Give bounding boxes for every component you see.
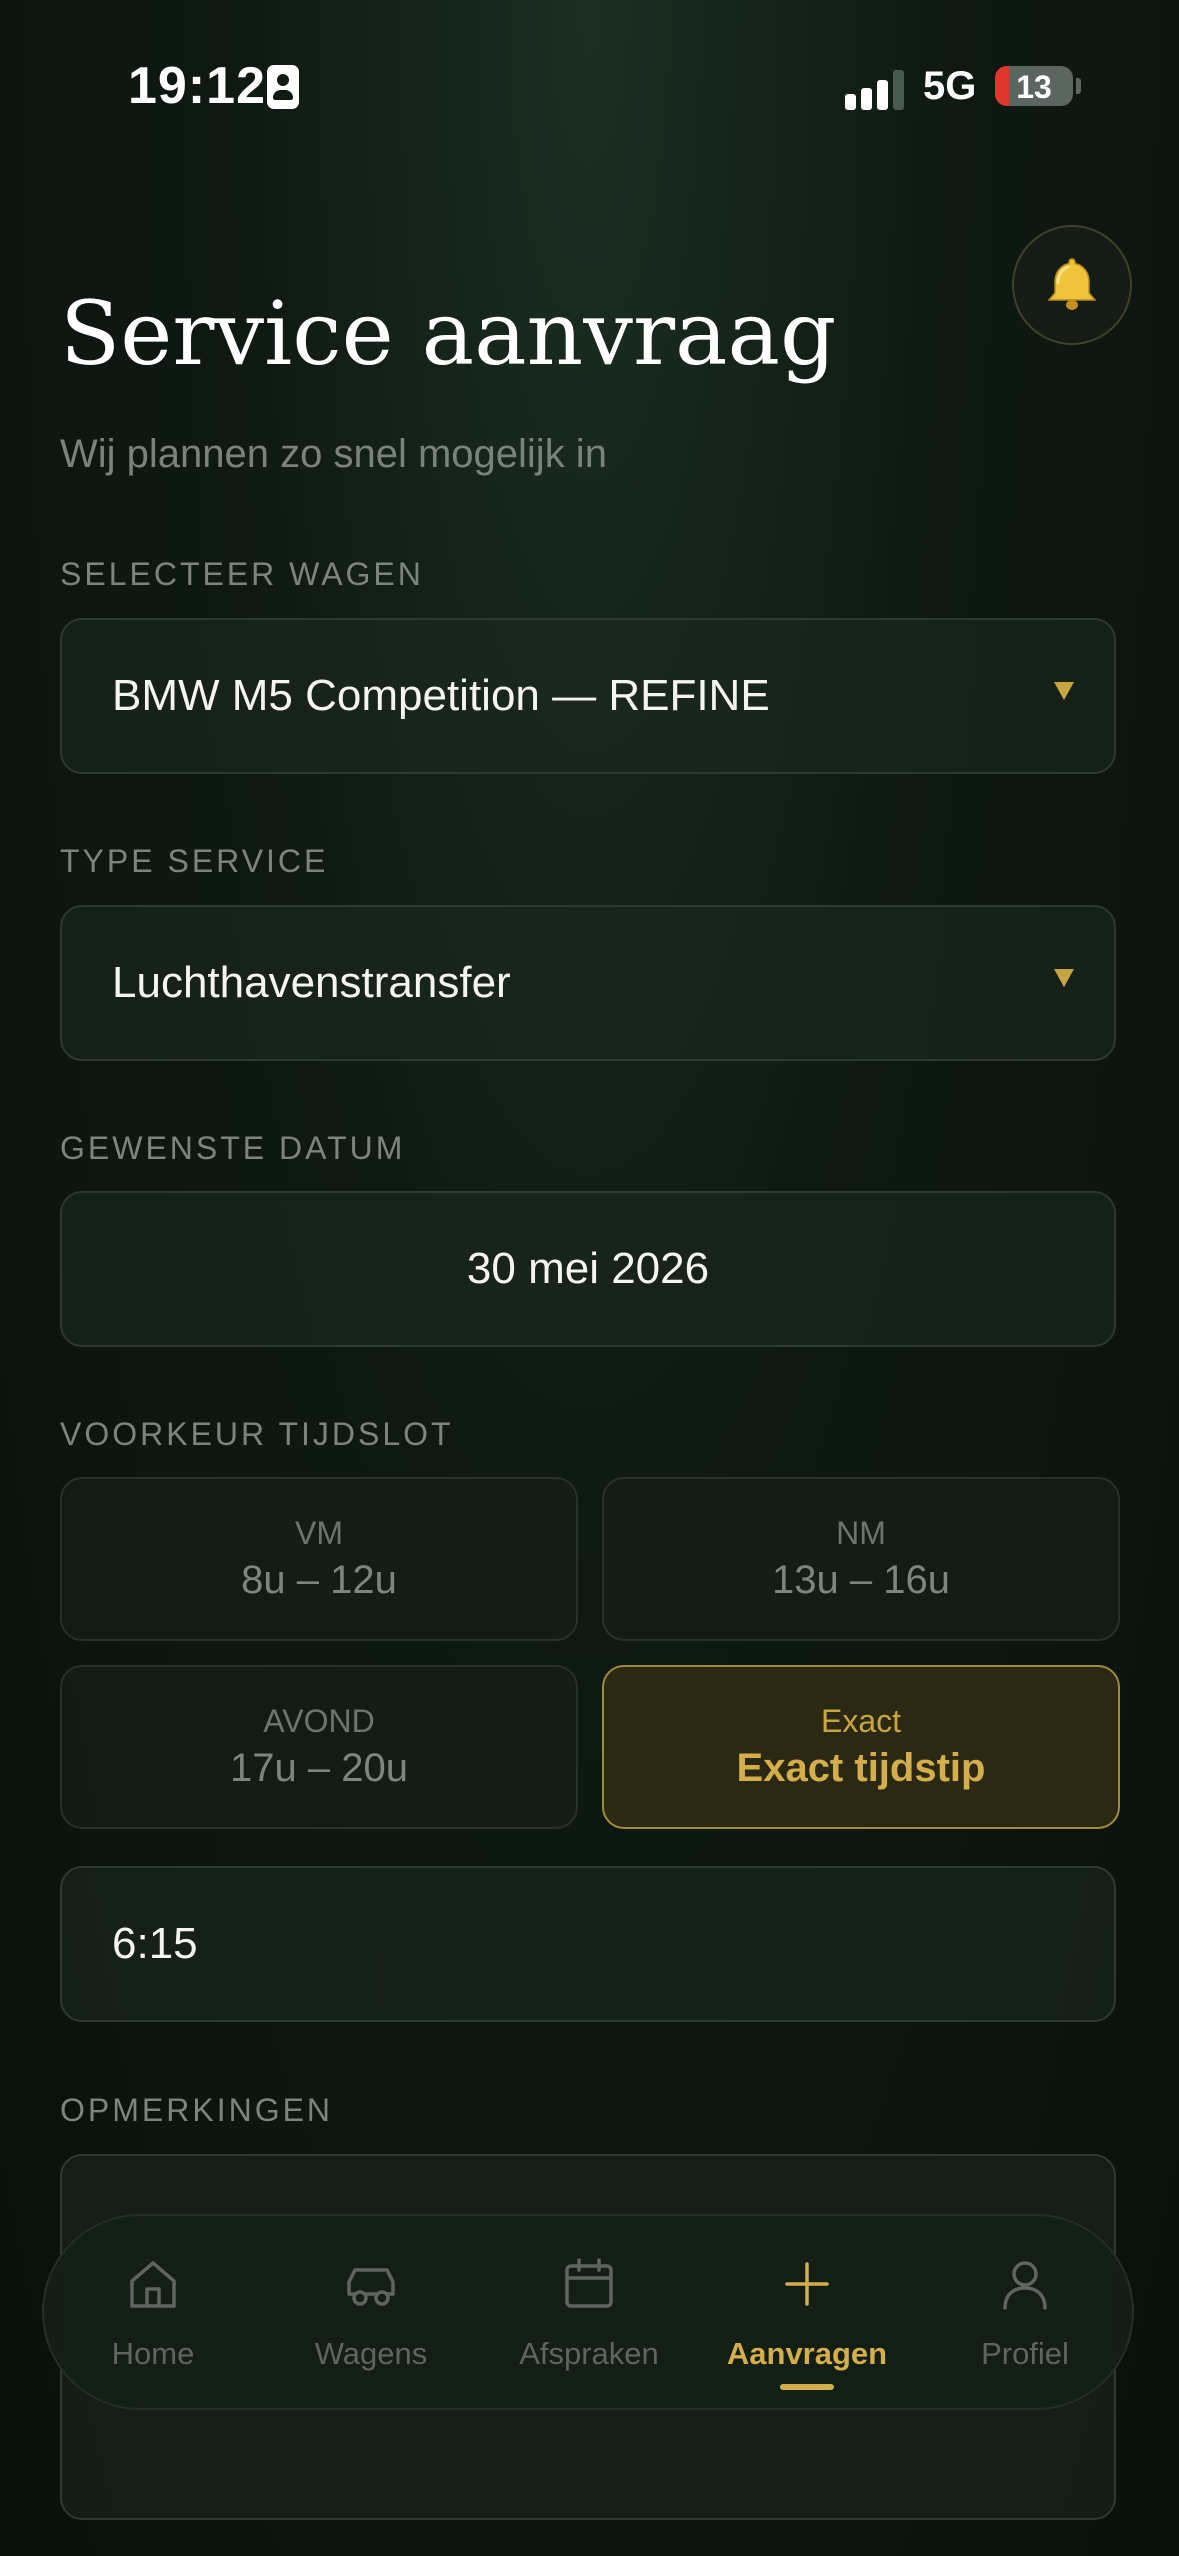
- timeslot-afternoon[interactable]: NM 13u – 16u: [602, 1477, 1120, 1641]
- exact-time-value: 6:15: [112, 1919, 198, 1968]
- notifications-button[interactable]: [1012, 225, 1132, 345]
- network-type: 5G: [923, 64, 977, 108]
- timeslot-key: NM: [836, 1515, 886, 1551]
- bell-icon: [1047, 258, 1097, 310]
- calendar-icon: [565, 2258, 613, 2308]
- battery-cap: [1076, 78, 1081, 94]
- page-title: Service aanvraag: [60, 282, 837, 385]
- timeslot-morning[interactable]: VM 8u – 12u: [60, 1477, 578, 1641]
- timeslot-key: AVOND: [263, 1703, 375, 1739]
- status-time: 19:12: [128, 57, 266, 115]
- nav-item-label: Profiel: [981, 2336, 1069, 2371]
- plus-icon: [785, 2262, 829, 2306]
- nav-item-home[interactable]: Home: [44, 2216, 262, 2412]
- battery-level: 13: [1016, 69, 1052, 105]
- page-subtitle: Wij plannen zo snel mogelijk in: [60, 432, 607, 476]
- date-value: 30 mei 2026: [466, 1244, 710, 1293]
- nav-item-label: Afspraken: [519, 2336, 659, 2371]
- cellular-signal-icon: [845, 66, 905, 110]
- service-type-label: TYPE SERVICE: [60, 843, 329, 879]
- nav-item-label: Aanvragen: [726, 2336, 888, 2371]
- caret-down-icon: [1054, 969, 1074, 987]
- home-icon: [130, 2261, 176, 2308]
- date-picker[interactable]: 30 mei 2026: [60, 1191, 1116, 1347]
- bottom-navigation: Home Wagens Afspraken Aanvragen Profiel: [42, 2214, 1134, 2410]
- nav-item-label: Wagens: [314, 2336, 428, 2371]
- timeslot-label: VOORKEUR TIJDSLOT: [60, 1416, 454, 1452]
- car-icon: [347, 2268, 395, 2306]
- remarks-label: OPMERKINGEN: [60, 2092, 334, 2128]
- vehicle-select[interactable]: BMW M5 Competition — REFINE: [60, 618, 1116, 774]
- active-tab-indicator: [780, 2384, 834, 2390]
- contact-card-icon: [267, 65, 299, 109]
- vehicle-label: SELECTEER WAGEN: [60, 556, 424, 592]
- exact-time-input[interactable]: 6:15: [60, 1866, 1116, 2022]
- nav-item-aanvragen[interactable]: Aanvragen: [698, 2216, 916, 2412]
- service-type-value: Luchthavenstransfer: [112, 958, 511, 1007]
- nav-item-afspraken[interactable]: Afspraken: [480, 2216, 698, 2412]
- vehicle-select-value: BMW M5 Competition — REFINE: [112, 671, 770, 720]
- timeslot-range: 8u – 12u: [241, 1558, 397, 1602]
- status-bar: 19:12 5G 13: [0, 0, 1179, 170]
- timeslot-exact[interactable]: Exact Exact tijdstip: [602, 1665, 1120, 1829]
- timeslot-key: VM: [295, 1515, 343, 1551]
- timeslot-evening[interactable]: AVOND 17u – 20u: [60, 1665, 578, 1829]
- date-label: GEWENSTE DATUM: [60, 1130, 406, 1166]
- nav-item-wagens[interactable]: Wagens: [262, 2216, 480, 2412]
- nav-item-profiel[interactable]: Profiel: [916, 2216, 1134, 2412]
- timeslot-range: 13u – 16u: [772, 1558, 950, 1602]
- timeslot-range: 17u – 20u: [230, 1746, 408, 1790]
- timeslot-key: Exact: [820, 1703, 902, 1739]
- service-type-select[interactable]: Luchthavenstransfer: [60, 905, 1116, 1061]
- caret-down-icon: [1054, 682, 1074, 700]
- nav-item-label: Home: [111, 2336, 195, 2371]
- battery-icon: 13: [995, 66, 1073, 106]
- timeslot-range: Exact tijdstip: [736, 1746, 986, 1790]
- user-icon: [1003, 2261, 1047, 2310]
